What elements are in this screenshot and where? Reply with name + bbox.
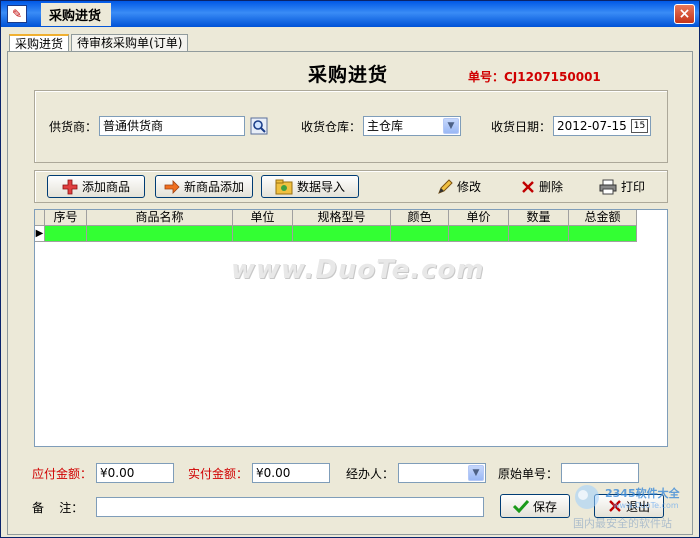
chevron-down-icon[interactable]: ▼ (443, 118, 459, 134)
col-total[interactable]: 总金额 (569, 210, 637, 226)
add-product-button[interactable]: 添加商品 (47, 175, 145, 198)
calendar-icon[interactable]: 15 (631, 119, 648, 133)
receive-date-field[interactable]: 2012-07-15 15 (553, 116, 651, 136)
tab-pending-orders[interactable]: 待审核采购单(订单) (71, 34, 189, 52)
arrow-right-icon (164, 179, 180, 194)
title-bar[interactable]: ✎ 采购进货 × (1, 1, 699, 27)
print-button[interactable]: 打印 (599, 175, 645, 198)
watermark-text: www.DuoTe.com (231, 255, 485, 285)
edit-label: 修改 (457, 180, 482, 194)
payable-field[interactable]: ¥0.00 (96, 463, 174, 483)
receive-date-label: 收货日期： (491, 120, 552, 134)
receive-date-value: 2012-07-15 (557, 119, 627, 133)
cell-quantity[interactable] (509, 226, 569, 242)
print-label: 打印 (621, 180, 646, 194)
cell-product-name[interactable] (87, 226, 233, 242)
chevron-down-icon[interactable]: ▼ (468, 465, 484, 481)
logo-site: www.DuoTe.com (613, 501, 679, 510)
row-pointer-icon: ▶ (35, 226, 45, 242)
close-button[interactable]: × (674, 4, 695, 24)
cell-spec[interactable] (293, 226, 391, 242)
red-cross-icon (62, 179, 78, 194)
row-marker-header (35, 210, 45, 226)
magnifier-icon (250, 117, 268, 135)
printer-icon (599, 179, 617, 194)
cell-unit[interactable] (233, 226, 293, 242)
tab-purchase[interactable]: 采购进货 (9, 34, 70, 52)
page-title: 采购进货 (308, 64, 389, 86)
supplier-search-button[interactable] (249, 116, 269, 136)
folder-import-icon (275, 179, 293, 194)
cell-unit-price[interactable] (449, 226, 509, 242)
handler-label: 经办人： (346, 467, 395, 481)
col-product-name[interactable]: 商品名称 (87, 210, 233, 226)
app-icon: ✎ (7, 5, 27, 23)
cell-total[interactable] (569, 226, 637, 242)
edit-button[interactable]: 修改 (437, 175, 481, 198)
window-title: 采购进货 (41, 2, 112, 26)
toolbar: 添加商品 新商品添加 数据导入 修改 删除 打印 (34, 170, 668, 203)
pencil-icon (438, 178, 453, 194)
col-unit[interactable]: 单位 (233, 210, 293, 226)
save-label: 保存 (532, 499, 557, 514)
original-no-label: 原始单号： (498, 467, 559, 481)
col-seq[interactable]: 序号 (45, 210, 87, 226)
corner-watermark-logo: 2345软件大全 www.DuoTe.com 国内最安全的软件站 (565, 473, 695, 533)
supplier-label: 供货商： (49, 120, 98, 134)
col-color[interactable]: 颜色 (391, 210, 449, 226)
remark-label: 备 注： (32, 501, 84, 515)
purchase-window: ✎ 采购进货 × 采购进货 待审核采购单(订单) 采购进货 单号：CJ12071… (0, 0, 700, 538)
handler-select[interactable]: ▼ (398, 463, 486, 483)
new-product-add-button[interactable]: 新商品添加 (155, 175, 253, 198)
cell-color[interactable] (391, 226, 449, 242)
table-row[interactable]: ▶ (35, 226, 637, 242)
cell-seq[interactable] (45, 226, 87, 242)
col-unit-price[interactable]: 单价 (449, 210, 509, 226)
delete-x-icon (522, 180, 534, 193)
add-product-label: 添加商品 (81, 180, 130, 194)
header-fields-group: 供货商： 普通供货商 收货仓库： 主仓库 ▼ 收货日期： 2012-07-15 … (34, 90, 668, 163)
import-data-label: 数据导入 (296, 180, 345, 194)
warehouse-value: 主仓库 (367, 119, 404, 133)
actual-paid-label: 实付金额： (188, 467, 249, 481)
logo-brand: 2345软件大全 (605, 487, 680, 500)
main-panel: 采购进货 单号：CJ1207150001 供货商： 普通供货商 收货仓库： 主仓… (7, 51, 693, 535)
import-data-button[interactable]: 数据导入 (261, 175, 359, 198)
delete-button[interactable]: 删除 (521, 175, 563, 198)
supplier-field[interactable]: 普通供货商 (99, 116, 245, 136)
warehouse-select[interactable]: 主仓库 ▼ (363, 116, 461, 136)
warehouse-label: 收货仓库： (301, 120, 362, 134)
actual-paid-field[interactable]: ¥0.00 (252, 463, 330, 483)
checkmark-icon (512, 499, 529, 513)
grid-header: 序号 商品名称 单位 规格型号 颜色 单价 数量 总金额 (35, 210, 637, 226)
remark-field[interactable] (96, 497, 484, 517)
col-quantity[interactable]: 数量 (509, 210, 569, 226)
products-grid[interactable]: 序号 商品名称 单位 规格型号 颜色 单价 数量 总金额 ▶ (34, 209, 668, 447)
payable-label: 应付金额： (32, 467, 93, 481)
delete-label: 删除 (539, 180, 564, 194)
logo-tagline: 国内最安全的软件站 (573, 517, 672, 530)
new-product-add-label: 新商品添加 (183, 180, 244, 194)
order-number: 单号：CJ1207150001 (468, 70, 601, 84)
col-spec[interactable]: 规格型号 (293, 210, 391, 226)
save-button[interactable]: 保存 (500, 494, 570, 518)
tab-strip: 采购进货 待审核采购单(订单) (9, 34, 190, 52)
